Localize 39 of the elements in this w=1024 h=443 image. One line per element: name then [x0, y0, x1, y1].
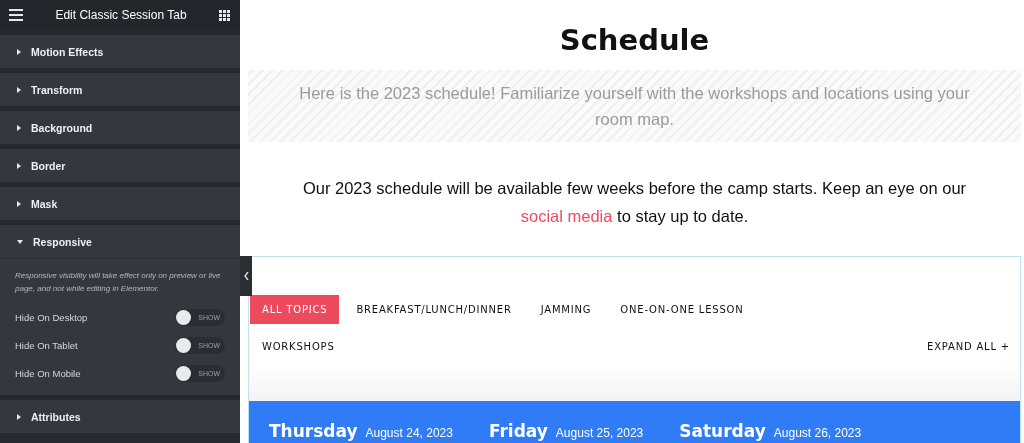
notice-text: Our 2023 schedule will be available few weeks before the camp starts. Keep an eye on our social media to stay up to date.: [301, 178, 968, 227]
day-name: Thursday: [269, 421, 358, 441]
intro-text: Here is the 2023 schedule! Familiarize yourself with the workshops and locations using your room map.: [298, 83, 971, 130]
caret-icon: [17, 86, 21, 93]
expand-all-link[interactable]: EXPAND ALL +: [923, 332, 1014, 361]
day-date: August 25, 2023: [555, 426, 644, 440]
caret-icon: [17, 239, 23, 244]
social-media-link[interactable]: social media: [520, 207, 613, 225]
panel-title: Edit Classic Session Tab: [55, 8, 187, 22]
day-name: Friday: [488, 421, 548, 441]
filter-tab[interactable]: BREAKFAST/LUNCH/DINNER: [344, 295, 524, 324]
filter-tab[interactable]: ONE-ON-ONE LESSON: [608, 295, 756, 324]
collapse-handle[interactable]: [240, 256, 252, 296]
toggle-label: Hide On Desktop: [15, 311, 88, 323]
toggle-label: Hide On Tablet: [15, 339, 78, 351]
section-header[interactable]: Responsive: [0, 225, 240, 258]
day-name: Saturday: [679, 421, 766, 441]
caret-icon: [17, 200, 21, 207]
filter-tab[interactable]: JAMMING: [528, 295, 604, 324]
caret-icon: [17, 162, 21, 169]
filter-tab[interactable]: WORKSHOPS: [250, 332, 347, 361]
section-header[interactable]: Attributes: [0, 400, 240, 433]
section-header[interactable]: Motion Effects: [0, 35, 240, 68]
grid-icon[interactable]: [219, 9, 230, 21]
section-header[interactable]: Border: [0, 149, 240, 182]
page-title: Schedule: [558, 22, 711, 58]
caret-icon: [17, 413, 21, 420]
menu-icon[interactable]: [9, 9, 23, 21]
chevron-icon: [243, 272, 249, 280]
filter-tab[interactable]: ALL TOPICS: [250, 295, 340, 324]
caret-icon: [17, 124, 21, 131]
caret-icon: [17, 48, 21, 55]
section-header[interactable]: Transform: [0, 73, 240, 106]
help-text: Responsive visibility will take effect only on preview or live page, and not while editing in Elementor.: [15, 270, 222, 295]
day-date: August 26, 2023: [773, 426, 862, 440]
section-header[interactable]: Background: [0, 111, 240, 144]
section-header[interactable]: Mask: [0, 187, 240, 220]
toggle-label: Hide On Mobile: [15, 367, 81, 379]
day-date: August 24, 2023: [365, 426, 453, 440]
